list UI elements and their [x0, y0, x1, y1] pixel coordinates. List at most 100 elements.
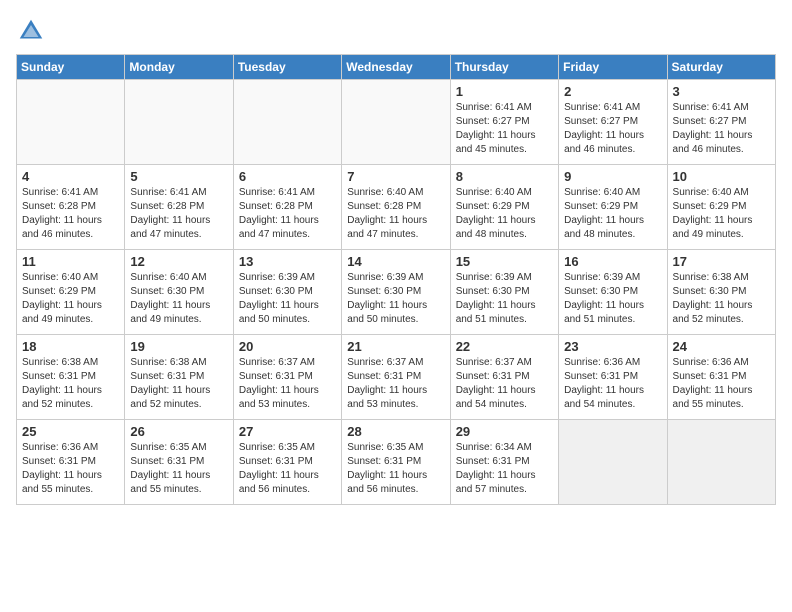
calendar-cell: 12 Sunrise: 6:40 AM Sunset: 6:30 PM Dayli… [125, 250, 233, 335]
day-info: Sunrise: 6:40 AM Sunset: 6:29 PM Dayligh… [673, 186, 770, 242]
calendar-cell: 14 Sunrise: 6:39 AM Sunset: 6:30 PM Dayli… [342, 250, 450, 335]
day-info: Sunrise: 6:39 AM Sunset: 6:30 PM Dayligh… [347, 271, 444, 327]
calendar-cell: 25Sunrise: 6:36 AM Sunset: 6:31 PM Dayli… [17, 420, 125, 505]
day-number: 4 [22, 169, 119, 184]
calendar-cell: 8 Sunrise: 6:40 AM Sunset: 6:29 PM Daylig… [450, 165, 558, 250]
calendar-cell [559, 420, 667, 505]
day-number: 20 [239, 339, 336, 354]
calendar-cell: 4 Sunrise: 6:41 AM Sunset: 6:28 PM Daylig… [17, 165, 125, 250]
day-info: Sunrise: 6:35 AM Sunset: 6:31 PM Dayligh… [347, 441, 444, 497]
day-info: Sunrise: 6:41 AM Sunset: 6:28 PM Dayligh… [130, 186, 227, 242]
day-number: 27 [239, 424, 336, 439]
calendar-cell: 15 Sunrise: 6:39 AM Sunset: 6:30 PM Dayli… [450, 250, 558, 335]
calendar-cell: 18 Sunrise: 6:38 AM Sunset: 6:31 PM Dayli… [17, 335, 125, 420]
day-number: 3 [673, 84, 770, 99]
day-header-saturday: Saturday [667, 55, 775, 80]
calendar-header-row: SundayMondayTuesdayWednesdayThursdayFrid… [17, 55, 776, 80]
day-number: 22 [456, 339, 553, 354]
calendar-cell [667, 420, 775, 505]
logo-icon [16, 16, 46, 46]
calendar-cell: 13 Sunrise: 6:39 AM Sunset: 6:30 PM Dayli… [233, 250, 341, 335]
day-number: 1 [456, 84, 553, 99]
day-info: Sunrise: 6:39 AM Sunset: 6:30 PM Dayligh… [456, 271, 553, 327]
day-number: 11 [22, 254, 119, 269]
day-info: Sunrise: 6:41 AM Sunset: 6:28 PM Dayligh… [239, 186, 336, 242]
calendar-cell: 26Sunrise: 6:35 AM Sunset: 6:31 PM Dayli… [125, 420, 233, 505]
calendar-week-row: 11 Sunrise: 6:40 AM Sunset: 6:29 PM Dayli… [17, 250, 776, 335]
day-number: 15 [456, 254, 553, 269]
day-info: Sunrise: 6:38 AM Sunset: 6:30 PM Dayligh… [673, 271, 770, 327]
day-info: Sunrise: 6:36 AM Sunset: 6:31 PM Dayligh… [673, 356, 770, 412]
day-info: Sunrise: 6:41 AM Sunset: 6:27 PM Dayligh… [673, 101, 770, 157]
day-header-wednesday: Wednesday [342, 55, 450, 80]
day-info: Sunrise: 6:41 AM Sunset: 6:27 PM Dayligh… [564, 101, 661, 157]
calendar-cell: 7 Sunrise: 6:40 AM Sunset: 6:28 PM Daylig… [342, 165, 450, 250]
day-number: 18 [22, 339, 119, 354]
day-info: Sunrise: 6:40 AM Sunset: 6:29 PM Dayligh… [564, 186, 661, 242]
day-info: Sunrise: 6:38 AM Sunset: 6:31 PM Dayligh… [130, 356, 227, 412]
day-info: Sunrise: 6:40 AM Sunset: 6:30 PM Dayligh… [130, 271, 227, 327]
calendar-cell [233, 80, 341, 165]
calendar-cell: 10 Sunrise: 6:40 AM Sunset: 6:29 PM Dayli… [667, 165, 775, 250]
calendar-cell [342, 80, 450, 165]
calendar-cell: 3 Sunrise: 6:41 AM Sunset: 6:27 PM Daylig… [667, 80, 775, 165]
day-info: Sunrise: 6:41 AM Sunset: 6:27 PM Dayligh… [456, 101, 553, 157]
day-number: 12 [130, 254, 227, 269]
calendar-cell: 20 Sunrise: 6:37 AM Sunset: 6:31 PM Dayli… [233, 335, 341, 420]
calendar-week-row: 1 Sunrise: 6:41 AM Sunset: 6:27 PM Daylig… [17, 80, 776, 165]
day-number: 10 [673, 169, 770, 184]
day-header-friday: Friday [559, 55, 667, 80]
day-header-thursday: Thursday [450, 55, 558, 80]
day-number: 8 [456, 169, 553, 184]
calendar-cell: 22Sunrise: 6:37 AM Sunset: 6:31 PM Dayli… [450, 335, 558, 420]
day-number: 24 [673, 339, 770, 354]
calendar-cell: 16 Sunrise: 6:39 AM Sunset: 6:30 PM Dayli… [559, 250, 667, 335]
day-number: 2 [564, 84, 661, 99]
day-info: Sunrise: 6:40 AM Sunset: 6:29 PM Dayligh… [22, 271, 119, 327]
calendar-cell: 19 Sunrise: 6:38 AM Sunset: 6:31 PM Dayli… [125, 335, 233, 420]
calendar-cell: 11 Sunrise: 6:40 AM Sunset: 6:29 PM Dayli… [17, 250, 125, 335]
calendar-cell: 29 Sunrise: 6:34 AM Sunset: 6:31 PM Dayli… [450, 420, 558, 505]
logo [16, 16, 50, 46]
day-info: Sunrise: 6:35 AM Sunset: 6:31 PM Dayligh… [130, 441, 227, 497]
calendar-cell: 17Sunrise: 6:38 AM Sunset: 6:30 PM Dayli… [667, 250, 775, 335]
day-info: Sunrise: 6:40 AM Sunset: 6:29 PM Dayligh… [456, 186, 553, 242]
day-info: Sunrise: 6:40 AM Sunset: 6:28 PM Dayligh… [347, 186, 444, 242]
day-info: Sunrise: 6:34 AM Sunset: 6:31 PM Dayligh… [456, 441, 553, 497]
day-number: 19 [130, 339, 227, 354]
day-number: 14 [347, 254, 444, 269]
day-number: 29 [456, 424, 553, 439]
day-number: 6 [239, 169, 336, 184]
calendar-cell: 2 Sunrise: 6:41 AM Sunset: 6:27 PM Daylig… [559, 80, 667, 165]
calendar-week-row: 18 Sunrise: 6:38 AM Sunset: 6:31 PM Dayli… [17, 335, 776, 420]
day-info: Sunrise: 6:36 AM Sunset: 6:31 PM Dayligh… [564, 356, 661, 412]
calendar-cell: 6 Sunrise: 6:41 AM Sunset: 6:28 PM Daylig… [233, 165, 341, 250]
calendar-cell: 24 Sunrise: 6:36 AM Sunset: 6:31 PM Dayli… [667, 335, 775, 420]
day-info: Sunrise: 6:38 AM Sunset: 6:31 PM Dayligh… [22, 356, 119, 412]
day-number: 21 [347, 339, 444, 354]
calendar-cell [125, 80, 233, 165]
calendar-week-row: 4 Sunrise: 6:41 AM Sunset: 6:28 PM Daylig… [17, 165, 776, 250]
calendar-cell: 28 Sunrise: 6:35 AM Sunset: 6:31 PM Dayli… [342, 420, 450, 505]
day-number: 5 [130, 169, 227, 184]
calendar-cell [17, 80, 125, 165]
day-number: 7 [347, 169, 444, 184]
day-info: Sunrise: 6:37 AM Sunset: 6:31 PM Dayligh… [239, 356, 336, 412]
day-number: 13 [239, 254, 336, 269]
calendar-cell: 21 Sunrise: 6:37 AM Sunset: 6:31 PM Dayli… [342, 335, 450, 420]
day-info: Sunrise: 6:41 AM Sunset: 6:28 PM Dayligh… [22, 186, 119, 242]
page-header [16, 16, 776, 46]
day-header-tuesday: Tuesday [233, 55, 341, 80]
day-number: 23 [564, 339, 661, 354]
calendar-cell: 1 Sunrise: 6:41 AM Sunset: 6:27 PM Daylig… [450, 80, 558, 165]
day-info: Sunrise: 6:39 AM Sunset: 6:30 PM Dayligh… [239, 271, 336, 327]
calendar-cell: 23 Sunrise: 6:36 AM Sunset: 6:31 PM Dayli… [559, 335, 667, 420]
day-info: Sunrise: 6:39 AM Sunset: 6:30 PM Dayligh… [564, 271, 661, 327]
calendar-cell: 5 Sunrise: 6:41 AM Sunset: 6:28 PM Daylig… [125, 165, 233, 250]
day-info: Sunrise: 6:37 AM Sunset: 6:31 PM Dayligh… [347, 356, 444, 412]
day-info: Sunrise: 6:35 AM Sunset: 6:31 PM Dayligh… [239, 441, 336, 497]
day-number: 28 [347, 424, 444, 439]
calendar-table: SundayMondayTuesdayWednesdayThursdayFrid… [16, 54, 776, 505]
calendar-cell: 27 Sunrise: 6:35 AM Sunset: 6:31 PM Dayli… [233, 420, 341, 505]
day-number: 16 [564, 254, 661, 269]
